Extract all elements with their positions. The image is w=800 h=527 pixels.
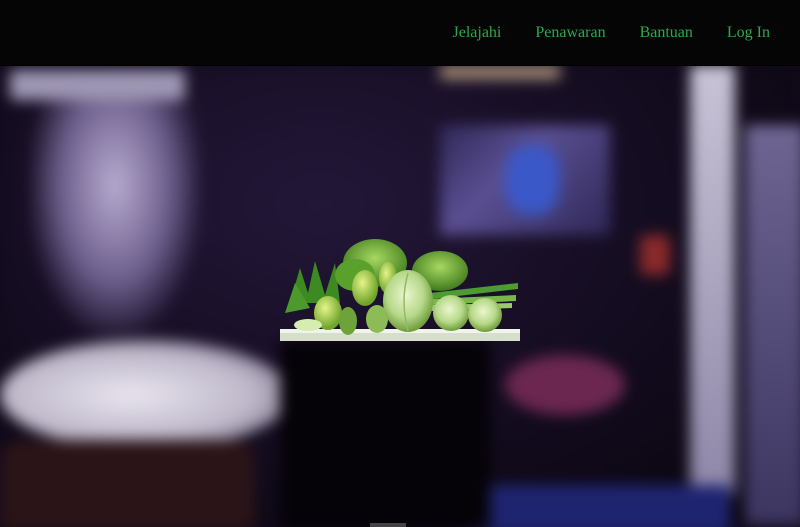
vegetables-image xyxy=(280,239,520,341)
nav-link-bantuan[interactable]: Bantuan xyxy=(623,24,710,42)
top-navbar: Jelajahi Penawaran Bantuan Log In xyxy=(0,0,800,66)
horizontal-scrollbar-thumb[interactable] xyxy=(370,523,406,527)
nav-menu: Jelajahi Penawaran Bantuan Log In xyxy=(436,0,771,65)
nav-link-jelajahi[interactable]: Jelajahi xyxy=(436,24,519,42)
nav-link-login[interactable]: Log In xyxy=(710,24,770,42)
nav-link-penawaran[interactable]: Penawaran xyxy=(518,24,622,42)
